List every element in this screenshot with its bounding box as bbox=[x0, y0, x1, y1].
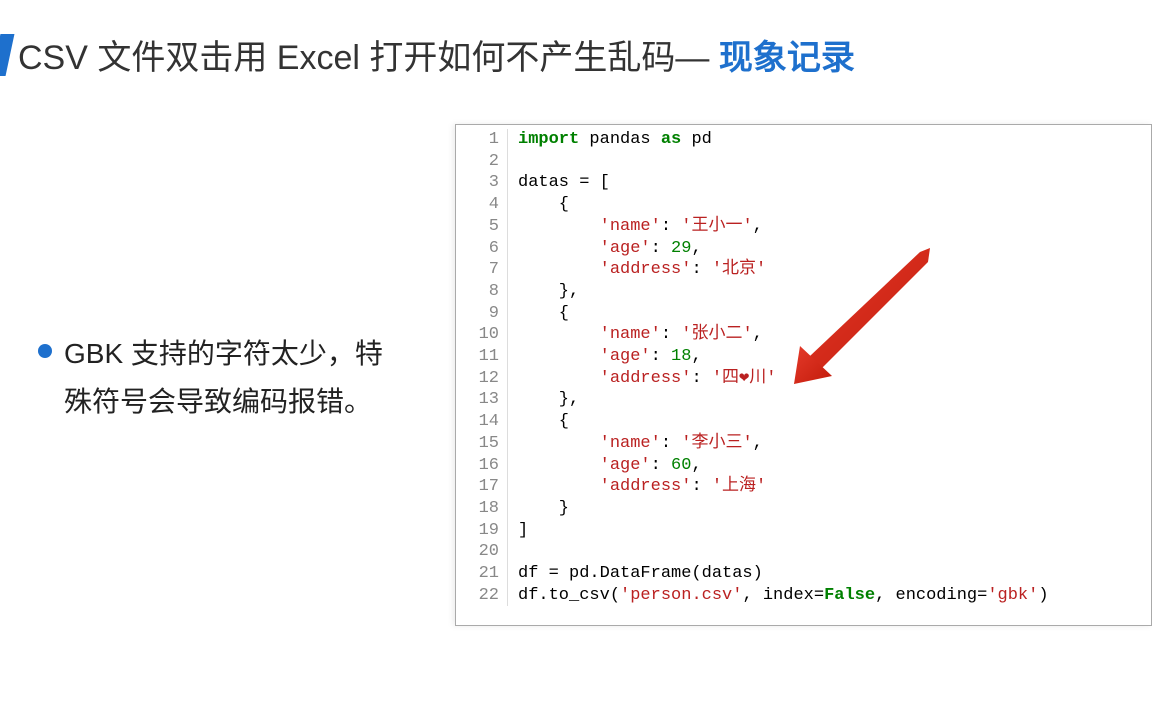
code-line: 'name': '李小三', bbox=[518, 433, 1049, 455]
line-number: 7 bbox=[456, 259, 499, 281]
line-number: 5 bbox=[456, 216, 499, 238]
line-number: 17 bbox=[456, 476, 499, 498]
line-number: 14 bbox=[456, 411, 499, 433]
line-number: 4 bbox=[456, 194, 499, 216]
title-main: CSV 文件双击用 Excel 打开如何不产生乱码— bbox=[18, 39, 719, 77]
code-line bbox=[518, 541, 1049, 563]
line-number: 3 bbox=[456, 172, 499, 194]
line-number: 22 bbox=[456, 585, 499, 607]
line-number: 2 bbox=[456, 151, 499, 173]
code-area: 12345678910111213141516171819202122 impo… bbox=[456, 125, 1151, 606]
slide-title: CSV 文件双击用 Excel 打开如何不产生乱码— 现象记录 bbox=[0, 30, 855, 79]
line-number: 1 bbox=[456, 129, 499, 151]
line-number: 19 bbox=[456, 520, 499, 542]
line-number: 16 bbox=[456, 455, 499, 477]
code-line: ] bbox=[518, 520, 1049, 542]
code-line: df = pd.DataFrame(datas) bbox=[518, 563, 1049, 585]
code-line: 'address': '上海' bbox=[518, 476, 1049, 498]
code-line: }, bbox=[518, 389, 1049, 411]
line-number: 20 bbox=[456, 541, 499, 563]
line-number: 13 bbox=[456, 389, 499, 411]
code-line: { bbox=[518, 194, 1049, 216]
line-number: 21 bbox=[456, 563, 499, 585]
code-screenshot: 12345678910111213141516171819202122 impo… bbox=[455, 124, 1152, 626]
code-line: import pandas as pd bbox=[518, 129, 1049, 151]
line-number: 15 bbox=[456, 433, 499, 455]
line-number: 10 bbox=[456, 324, 499, 346]
code-line: 'age': 18, bbox=[518, 346, 1049, 368]
code-line: { bbox=[518, 303, 1049, 325]
code-line: df.to_csv('person.csv', index=False, enc… bbox=[518, 585, 1049, 607]
bullet-dot-icon bbox=[38, 344, 52, 358]
code-line bbox=[518, 151, 1049, 173]
code-line: }, bbox=[518, 281, 1049, 303]
line-number: 18 bbox=[456, 498, 499, 520]
bullet-list: GBK 支持的字符太少，特殊符号会导致编码报错。 bbox=[38, 330, 408, 425]
line-gutter: 12345678910111213141516171819202122 bbox=[456, 129, 508, 606]
code-line: 'name': '张小二', bbox=[518, 324, 1049, 346]
title-emphasis: 现象记录 bbox=[719, 39, 855, 77]
code-content: import pandas as pd datas = [ { 'name': … bbox=[508, 129, 1049, 606]
code-line: 'age': 60, bbox=[518, 455, 1049, 477]
bullet-text: GBK 支持的字符太少，特殊符号会导致编码报错。 bbox=[64, 330, 408, 425]
code-line: datas = [ bbox=[518, 172, 1049, 194]
line-number: 6 bbox=[456, 238, 499, 260]
code-line: { bbox=[518, 411, 1049, 433]
code-line: } bbox=[518, 498, 1049, 520]
line-number: 12 bbox=[456, 368, 499, 390]
code-line: 'address': '北京' bbox=[518, 259, 1049, 281]
line-number: 8 bbox=[456, 281, 499, 303]
line-number: 11 bbox=[456, 346, 499, 368]
bullet-item: GBK 支持的字符太少，特殊符号会导致编码报错。 bbox=[38, 330, 408, 425]
line-number: 9 bbox=[456, 303, 499, 325]
code-line: 'age': 29, bbox=[518, 238, 1049, 260]
code-line: 'address': '四❤川' bbox=[518, 368, 1049, 390]
code-line: 'name': '王小一', bbox=[518, 216, 1049, 238]
title-accent-bar bbox=[0, 34, 14, 76]
title-text: CSV 文件双击用 Excel 打开如何不产生乱码— 现象记录 bbox=[18, 30, 855, 79]
